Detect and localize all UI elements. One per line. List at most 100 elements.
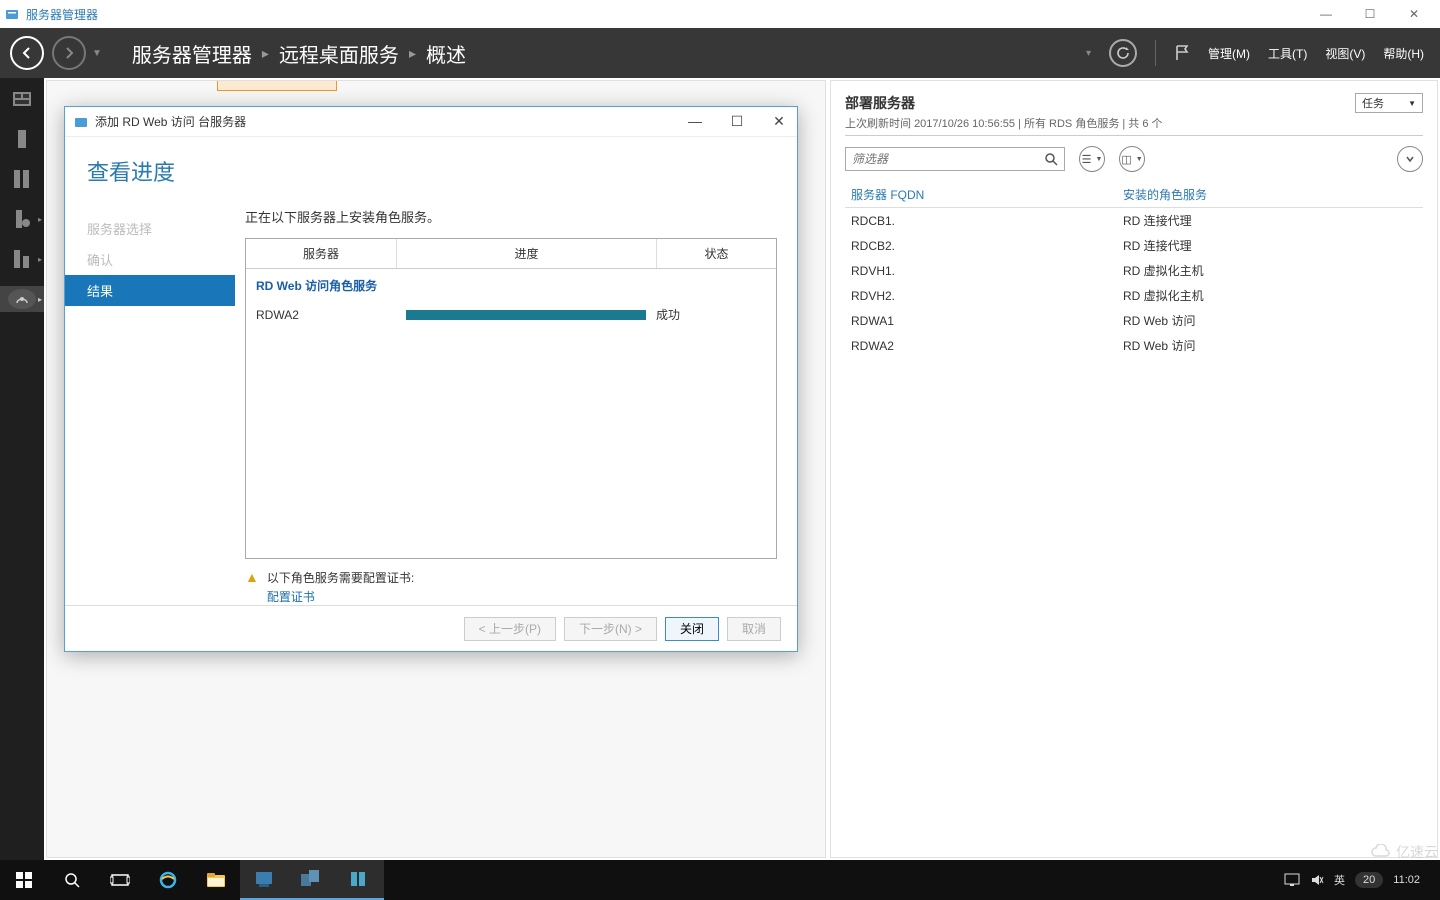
tray-clock[interactable]: 11:02 xyxy=(1393,874,1420,886)
window-maximize-button[interactable]: ☐ xyxy=(1348,0,1392,28)
breadcrumb-section[interactable]: 远程桌面服务 xyxy=(279,39,399,68)
cell-role: RD Web 访问 xyxy=(1117,308,1423,333)
tasks-dropdown[interactable]: 任务 ▼ xyxy=(1355,93,1423,113)
chevron-right-icon: ▸ xyxy=(38,255,42,264)
chevron-right-icon: ▸ xyxy=(409,45,416,62)
taskview-icon[interactable] xyxy=(96,860,144,900)
cell-role: RD 连接代理 xyxy=(1117,208,1423,234)
add-rdweb-dialog: 添加 RD Web 访问 台服务器 — ☐ ✕ 查看进度 服务器选择 确认 结果… xyxy=(64,106,798,652)
chevron-right-icon: ▸ xyxy=(262,45,269,62)
breadcrumb-root[interactable]: 服务器管理器 xyxy=(132,39,252,68)
filter-box[interactable] xyxy=(845,147,1065,171)
col-fqdn[interactable]: 服务器 FQDN xyxy=(845,182,1117,208)
close-button[interactable]: 关闭 xyxy=(665,617,719,641)
meta-time: 2017/10/26 10:56:55 xyxy=(914,118,1015,130)
col-server[interactable]: 服务器 xyxy=(246,239,396,268)
note-text: 以下角色服务需要配置证书: xyxy=(267,571,414,585)
search-icon[interactable] xyxy=(48,860,96,900)
cell-role: RD 虚拟化主机 xyxy=(1117,283,1423,308)
dialog-title: 添加 RD Web 访问 台服务器 xyxy=(95,113,246,130)
table-row[interactable]: RDCB1.RD 连接代理 xyxy=(845,208,1423,234)
window-minimize-button[interactable]: — xyxy=(1304,0,1348,28)
progress-grid: 服务器 进度 状态 RD Web 访问角色服务 RDWA2 成功 xyxy=(245,238,777,559)
cell-server: RDWA2 xyxy=(256,308,406,322)
taskbar[interactable]: 英 20 11:02 xyxy=(0,860,1440,900)
step-server-select: 服务器选择 xyxy=(65,213,235,244)
dialog-description: 正在以下服务器上安装角色服务。 xyxy=(245,207,777,226)
ime-indicator[interactable]: 20 xyxy=(1355,872,1383,888)
dialog-titlebar[interactable]: 添加 RD Web 访问 台服务器 — ☐ ✕ xyxy=(65,107,797,137)
tray-network-icon[interactable] xyxy=(1284,873,1300,887)
nav-rds-icon[interactable]: ▸ xyxy=(0,286,44,312)
nav-dashboard-icon[interactable] xyxy=(0,86,44,112)
window-close-button[interactable]: ✕ xyxy=(1392,0,1436,28)
nav-forward-button[interactable] xyxy=(52,36,86,70)
dialog-close-button[interactable]: ✕ xyxy=(769,113,789,130)
menu-manage[interactable]: 管理(M) xyxy=(1208,45,1250,62)
progress-bar xyxy=(406,310,646,320)
step-result[interactable]: 结果 xyxy=(65,275,235,306)
cell-fqdn: RDCB2. xyxy=(845,233,1117,258)
nav-back-button[interactable] xyxy=(10,36,44,70)
deploy-section-title: 部署服务器 xyxy=(845,93,1423,113)
dialog-maximize-button[interactable]: ☐ xyxy=(727,113,747,130)
nav-iis-icon[interactable]: ▸ xyxy=(0,246,44,272)
nav-fileservices-icon[interactable]: ▸ xyxy=(0,206,44,232)
cell-role: RD 连接代理 xyxy=(1117,233,1423,258)
table-row[interactable]: RDCB2.RD 连接代理 xyxy=(845,233,1423,258)
menu-view[interactable]: 视图(V) xyxy=(1325,45,1365,62)
left-nav-strip: ▸ ▸ ▸ xyxy=(0,78,44,900)
table-row[interactable]: RDVH2.RD 虚拟化主机 xyxy=(845,283,1423,308)
cell-role: RD Web 访问 xyxy=(1117,333,1423,358)
nav-all-servers-icon[interactable] xyxy=(0,166,44,192)
separator: | xyxy=(1015,118,1024,130)
app-icon xyxy=(4,6,20,22)
col-status[interactable]: 状态 xyxy=(656,239,776,268)
cell-status: 成功 xyxy=(646,306,766,323)
table-row[interactable]: RDWA1RD Web 访问 xyxy=(845,308,1423,333)
dialog-minimize-button[interactable]: — xyxy=(685,113,705,130)
refresh-button[interactable] xyxy=(1109,39,1137,67)
menu-help[interactable]: 帮助(H) xyxy=(1383,45,1424,62)
save-query-button[interactable]: ◫▼ xyxy=(1119,146,1145,172)
info-banner-fragment xyxy=(217,81,337,91)
notifications-flag-icon[interactable] xyxy=(1174,44,1190,62)
step-confirm: 确认 xyxy=(65,244,235,275)
app-title: 服务器管理器 xyxy=(26,6,98,23)
breadcrumb: 服务器管理器 ▸ 远程桌面服务 ▸ 概述 xyxy=(132,39,466,68)
dialog-heading: 查看进度 xyxy=(65,137,797,205)
expand-button[interactable] xyxy=(1397,146,1423,172)
wizard-steps: 服务器选择 确认 结果 xyxy=(65,205,235,605)
breadcrumb-page[interactable]: 概述 xyxy=(426,39,466,68)
next-button: 下一步(N) > xyxy=(564,617,657,641)
menu-tools[interactable]: 工具(T) xyxy=(1268,45,1307,62)
deploy-meta: 上次刷新时间 2017/10/26 10:56:55 | 所有 RDS 角色服务… xyxy=(845,115,1423,136)
meta-label: 上次刷新时间 xyxy=(845,118,914,130)
tray-volume-icon[interactable] xyxy=(1310,873,1324,887)
watermark: 亿速云 xyxy=(1370,842,1438,862)
taskbar-app3-icon[interactable] xyxy=(336,860,384,900)
explorer-icon[interactable] xyxy=(192,860,240,900)
col-progress[interactable]: 进度 xyxy=(396,239,656,268)
chevron-down-icon: ▼ xyxy=(1408,99,1416,108)
separator xyxy=(1155,40,1156,66)
table-row[interactable]: RDVH1.RD 虚拟化主机 xyxy=(845,258,1423,283)
ime-lang[interactable]: 英 xyxy=(1334,872,1345,888)
nav-dropdown-icon[interactable]: ▼ xyxy=(92,48,102,59)
meta-roles: 所有 RDS 角色服务 xyxy=(1024,118,1119,130)
ie-icon[interactable] xyxy=(144,860,192,900)
search-icon[interactable] xyxy=(1044,152,1058,166)
start-button[interactable] xyxy=(0,860,48,900)
watermark-text: 亿速云 xyxy=(1396,842,1438,862)
col-role[interactable]: 安装的角色服务 xyxy=(1117,182,1423,208)
grid-group-header: RD Web 访问角色服务 xyxy=(246,269,776,302)
server-manager-icon[interactable] xyxy=(240,860,288,900)
nav-dropdown-icon[interactable]: ▾ xyxy=(1086,48,1091,59)
nav-local-server-icon[interactable] xyxy=(0,126,44,152)
app-titlebar: 服务器管理器 — ☐ ✕ xyxy=(0,0,1440,28)
taskbar-app2-icon[interactable] xyxy=(288,860,336,900)
configure-cert-link[interactable]: 配置证书 xyxy=(267,588,414,605)
table-row[interactable]: RDWA2RD Web 访问 xyxy=(845,333,1423,358)
filter-input[interactable] xyxy=(852,152,1044,166)
view-options-button[interactable]: ☰▼ xyxy=(1079,146,1105,172)
